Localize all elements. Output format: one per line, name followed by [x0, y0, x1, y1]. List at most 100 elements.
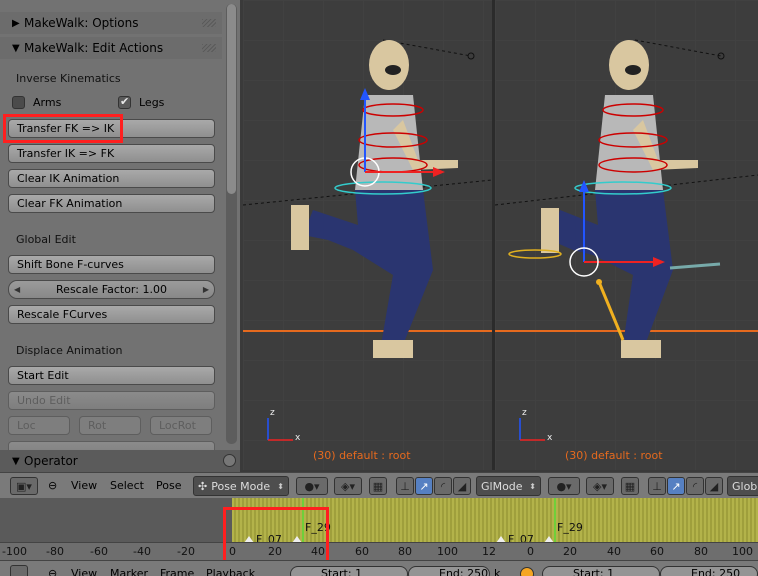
snap-icon[interactable]: ▦: [369, 477, 387, 495]
menu-truncated[interactable]: k: [494, 567, 500, 576]
spinner-icon: ⬍: [277, 481, 284, 491]
highlight-box-transfer: [3, 114, 123, 143]
operator-title: Operator: [24, 454, 78, 468]
clear-ik-animation-button[interactable]: Clear IK Animation: [8, 169, 215, 188]
viewport-status-right: (30) default : root: [565, 449, 663, 462]
rescale-factor-value: Rescale Factor: 1.00: [56, 283, 167, 296]
editor-type-icon[interactable]: ▣▾: [10, 477, 38, 495]
spinner-icon: ⬍: [529, 481, 536, 491]
menu-select[interactable]: Select: [110, 479, 144, 492]
viewport-right[interactable]: z x (30) default : root: [495, 0, 758, 470]
drag-grip-icon[interactable]: [202, 19, 216, 27]
decrement-arrow-icon[interactable]: ◀: [14, 285, 20, 294]
ruler-tick: -20: [177, 545, 195, 558]
expanded-triangle-icon: ▼: [12, 455, 20, 467]
rot-button[interactable]: Rot: [79, 416, 141, 435]
end-frame-field[interactable]: End: 250: [660, 566, 758, 576]
shading-icon[interactable]: ●▾: [548, 477, 580, 495]
ruler-tick: 40: [607, 545, 621, 558]
marker-label: F_07: [508, 533, 534, 542]
legs-label: Legs: [139, 96, 165, 109]
translate-icon[interactable]: ↗: [667, 477, 685, 495]
gl-mode-selector[interactable]: GlMode ⬍: [476, 476, 541, 496]
mode-value: Pose Mode: [211, 479, 271, 493]
axis-z-label: z: [522, 408, 527, 418]
section-global-edit: Global Edit: [16, 233, 76, 246]
mode-selector[interactable]: ✣ Pose Mode ⬍: [193, 476, 289, 496]
loc-button[interactable]: Loc: [8, 416, 70, 435]
panel-header-options[interactable]: ▶ MakeWalk: Options: [0, 12, 222, 34]
clear-fk-animation-button[interactable]: Clear FK Animation: [8, 194, 215, 213]
legs-checkbox[interactable]: Legs: [118, 95, 165, 109]
translate-icon[interactable]: ↗: [415, 477, 433, 495]
frame-ruler[interactable]: -100 -80 -60 -40 -20 0 20 40 60 80 100 1…: [0, 542, 758, 560]
drag-grip-icon[interactable]: [202, 44, 216, 52]
editor-type-icon[interactable]: [10, 565, 28, 576]
start-edit-button[interactable]: Start Edit: [8, 366, 215, 385]
manipulator-icon[interactable]: ⊥: [396, 477, 414, 495]
panel-title-options: MakeWalk: Options: [24, 16, 139, 30]
collapsed-triangle-icon: ▶: [12, 17, 20, 29]
undo-edit-button[interactable]: Undo Edit: [8, 391, 215, 410]
ruler-tick: -40: [133, 545, 151, 558]
arms-checkbox-box[interactable]: [12, 96, 25, 109]
marker-label: F_29: [557, 521, 583, 534]
highlight-box-timeline: [223, 507, 329, 565]
ruler-tick: 100: [437, 545, 458, 558]
expanded-triangle-icon: ▼: [12, 42, 20, 54]
minus-icon[interactable]: ⊖: [48, 567, 57, 576]
viewport-left[interactable]: z x (30) default : root: [243, 0, 492, 470]
rescale-fcurves-button[interactable]: Rescale FCurves: [8, 305, 215, 324]
character-figure-right[interactable]: [495, 0, 758, 470]
minus-icon[interactable]: ⊖: [48, 479, 57, 492]
increment-arrow-icon[interactable]: ▶: [203, 285, 209, 294]
current-frame-line[interactable]: [554, 498, 556, 542]
start-frame-field[interactable]: Start: 1: [290, 566, 408, 576]
operator-panel-header[interactable]: ▼ Operator: [0, 450, 240, 472]
menu-pose[interactable]: Pose: [156, 479, 181, 492]
rotate-icon[interactable]: ◜: [434, 477, 452, 495]
ruler-tick: -80: [46, 545, 64, 558]
tool-panel: ▶ MakeWalk: Options ▼ MakeWalk: Edit Act…: [0, 0, 240, 470]
locrot-button[interactable]: LocRot: [150, 416, 212, 435]
pivot-icon[interactable]: ◈▾: [334, 477, 362, 495]
record-icon[interactable]: [520, 567, 534, 576]
ruler-tick: 100: [732, 545, 753, 558]
menu-frame[interactable]: Frame: [160, 567, 194, 576]
scale-icon[interactable]: ◢: [453, 477, 471, 495]
character-figure-left[interactable]: [243, 0, 492, 470]
arms-checkbox[interactable]: Arms: [12, 96, 61, 109]
menu-view[interactable]: View: [71, 479, 97, 492]
ruler-tick: 80: [398, 545, 412, 558]
ruler-tick: 20: [563, 545, 577, 558]
pivot-icon[interactable]: ◈▾: [586, 477, 614, 495]
pose-mode-icon: ✣: [198, 479, 208, 493]
menu-marker[interactable]: Marker: [110, 567, 148, 576]
menu-view[interactable]: View: [71, 567, 97, 576]
shift-bone-fcurves-button[interactable]: Shift Bone F-curves: [8, 255, 215, 274]
ruler-tick: -60: [90, 545, 108, 558]
shading-icon[interactable]: ●▾: [296, 477, 328, 495]
circle-icon[interactable]: [223, 454, 236, 467]
ruler-tick: 80: [694, 545, 708, 558]
rescale-factor-slider[interactable]: ◀ Rescale Factor: 1.00 ▶: [8, 280, 215, 299]
timeline[interactable]: F_07 F_29 F_07 F_29: [0, 498, 758, 542]
end-frame-field[interactable]: End: 250: [408, 566, 490, 576]
legs-checkbox-box[interactable]: [118, 95, 131, 109]
orientation-selector[interactable]: Glob: [727, 476, 758, 496]
axis-z-label: z: [270, 408, 275, 418]
section-displace-animation: Displace Animation: [16, 344, 123, 357]
transfer-ik-to-fk-button[interactable]: Transfer IK => FK: [8, 144, 215, 163]
panel-title-edit-actions: MakeWalk: Edit Actions: [24, 41, 164, 55]
scrollbar-thumb[interactable]: [227, 4, 236, 194]
ruler-tick: 60: [355, 545, 369, 558]
panel-scrollbar[interactable]: [226, 4, 237, 444]
snap-icon[interactable]: ▦: [621, 477, 639, 495]
menu-playback[interactable]: Playback: [206, 567, 255, 576]
scale-icon[interactable]: ◢: [705, 477, 723, 495]
start-frame-field[interactable]: Start: 1: [542, 566, 660, 576]
panel-header-edit-actions[interactable]: ▼ MakeWalk: Edit Actions: [0, 37, 222, 59]
manipulator-icon[interactable]: ⊥: [648, 477, 666, 495]
gl-mode-value: GlMode: [481, 479, 523, 493]
rotate-icon[interactable]: ◜: [686, 477, 704, 495]
